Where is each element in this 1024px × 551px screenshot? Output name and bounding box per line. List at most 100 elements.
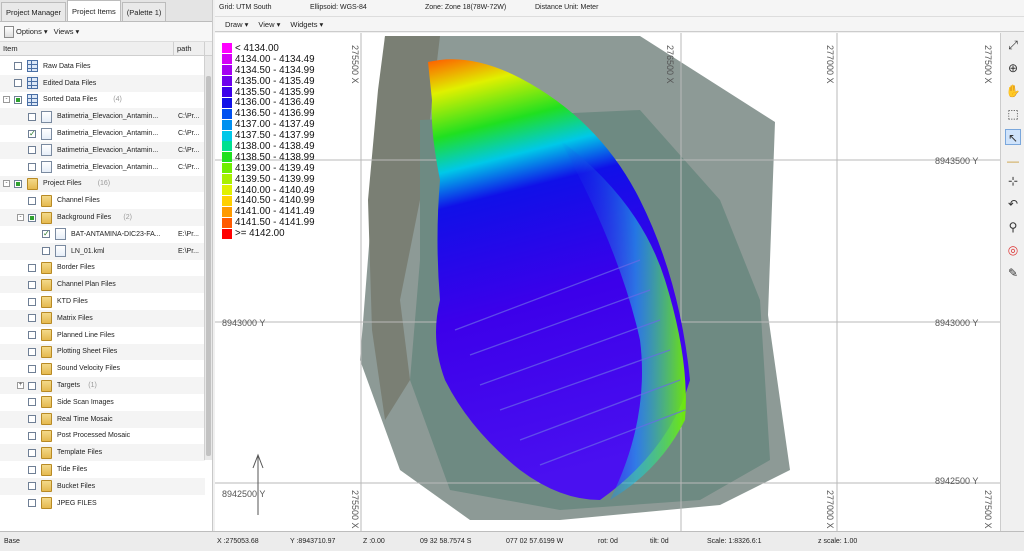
tree-item[interactable]: JPEG FILES xyxy=(0,495,205,512)
tree-item[interactable]: Post Processed Mosaic xyxy=(0,428,205,445)
zoom-window-icon[interactable]: ⊕ xyxy=(1005,60,1021,76)
visibility-checkbox[interactable] xyxy=(28,146,36,155)
undo-icon[interactable]: ↶ xyxy=(1005,196,1021,212)
draw-menu[interactable]: Draw ▾ xyxy=(225,20,248,29)
tab-palette[interactable]: (Palette 1) xyxy=(121,2,167,21)
scale: Scale: 1:8326.6:1 xyxy=(707,538,762,545)
visibility-checkbox[interactable] xyxy=(28,331,36,340)
legend-entry: 4134.00 - 4134.49 xyxy=(222,54,362,65)
grid-info: Grid: UTM South xyxy=(219,4,272,11)
visibility-checkbox[interactable] xyxy=(28,263,36,272)
visibility-checkbox[interactable] xyxy=(28,415,36,424)
widgets-menu[interactable]: Widgets ▾ xyxy=(290,20,323,29)
visibility-checkbox[interactable] xyxy=(28,196,36,205)
tree-item-path: C:\Pr... xyxy=(178,146,200,154)
tree-item[interactable]: Sound Velocity Files xyxy=(0,360,205,377)
folder-icon xyxy=(41,312,52,325)
grid-label-y-8942500-right: 8942500 Y xyxy=(935,476,978,486)
collapse-icon[interactable]: - xyxy=(3,180,10,188)
legend-swatch xyxy=(222,119,232,130)
visibility-checkbox[interactable] xyxy=(28,381,36,390)
target-icon[interactable]: ◎ xyxy=(1005,242,1021,258)
collapse-icon[interactable]: - xyxy=(3,96,10,104)
measure-icon[interactable]: ⊹ xyxy=(1005,173,1021,189)
tree-item[interactable]: KTD Files xyxy=(0,293,205,310)
tree-item[interactable]: Plotting Sheet Files xyxy=(0,343,205,361)
chevron-down-icon: ▾ xyxy=(43,27,48,36)
visibility-checkbox[interactable] xyxy=(28,448,36,457)
tree-item[interactable]: Edited Data Files xyxy=(0,74,205,92)
visibility-checkbox[interactable] xyxy=(28,213,36,222)
tree-item-path: C:\Pr... xyxy=(178,113,200,121)
tree-item-label: Plotting Sheet Files xyxy=(57,348,118,356)
visibility-checkbox[interactable] xyxy=(28,465,36,474)
visibility-checkbox[interactable] xyxy=(14,79,22,88)
tree-item[interactable]: Channel Plan Files xyxy=(0,276,205,294)
visibility-checkbox[interactable] xyxy=(14,62,22,71)
expand-icon[interactable]: + xyxy=(17,382,24,390)
tree-item[interactable]: - Project Files (16) xyxy=(0,175,205,193)
tree-item[interactable]: - Sorted Data Files (4) xyxy=(0,92,205,109)
visibility-checkbox[interactable] xyxy=(28,163,36,172)
visibility-checkbox[interactable]: ✓ xyxy=(42,230,50,239)
visibility-checkbox[interactable] xyxy=(28,280,36,289)
views-menu-button[interactable]: Views ▾ xyxy=(54,27,80,36)
view-menu[interactable]: View ▾ xyxy=(258,20,280,29)
tree-scrollbar[interactable] xyxy=(204,56,212,460)
tree-item[interactable]: ✓ BAT-ANTAMINA-DIC23-FA... E:\Pr... xyxy=(0,226,205,243)
tree-item[interactable]: Side Scan Images xyxy=(0,394,205,411)
tab-project-manager[interactable]: Project Manager xyxy=(1,2,67,21)
pan-hand-icon[interactable]: ✋ xyxy=(1005,83,1021,99)
tree-item[interactable]: Raw Data Files xyxy=(0,58,205,75)
options-icon xyxy=(4,25,14,38)
visibility-checkbox[interactable] xyxy=(28,499,36,508)
visibility-checkbox[interactable] xyxy=(42,247,50,256)
tree-item[interactable]: Batimetria_Elevacion_Antamin... C:\Pr... xyxy=(0,108,205,126)
tree-item[interactable]: ✓ Batimetria_Elevacion_Antamin... C:\Pr... xyxy=(0,125,205,142)
grid-label-x-277000: 277000 X xyxy=(825,45,835,84)
legend-label: 4141.50 - 4141.99 xyxy=(235,217,315,229)
visibility-checkbox[interactable] xyxy=(28,431,36,440)
tree-item[interactable]: Template Files xyxy=(0,444,205,462)
tree-item-path: C:\Pr... xyxy=(178,130,200,138)
select-region-icon[interactable]: ⬚ xyxy=(1005,106,1021,122)
zoom-extents-icon[interactable]: ⤢ xyxy=(1005,37,1021,53)
visibility-checkbox[interactable] xyxy=(28,482,36,491)
tool-search-icon[interactable]: ⚲ xyxy=(1005,219,1021,235)
visibility-checkbox[interactable] xyxy=(28,364,36,373)
tree-item[interactable]: Batimetria_Elevacion_Antamin... C:\Pr... xyxy=(0,159,205,176)
tree-item[interactable]: Planned Line Files xyxy=(0,327,205,344)
scrollbar-thumb[interactable] xyxy=(206,76,211,456)
tree-item[interactable]: LN_01.kml E:\Pr... xyxy=(0,242,205,260)
visibility-checkbox[interactable] xyxy=(28,398,36,407)
tree-item[interactable]: Matrix Files xyxy=(0,310,205,327)
pointer-icon[interactable]: ↖ xyxy=(1005,129,1021,145)
tree-item[interactable]: Real Time Mosaic xyxy=(0,410,205,428)
tree-item-label: Real Time Mosaic xyxy=(57,415,113,423)
tree-item[interactable]: Channel Files xyxy=(0,192,205,209)
tree-item[interactable]: Batimetria_Elevacion_Antamin... C:\Pr... xyxy=(0,142,205,159)
visibility-checkbox[interactable] xyxy=(14,95,22,104)
tree-item[interactable]: - Background Files (2) xyxy=(0,209,205,226)
legend-label: 4139.00 - 4139.49 xyxy=(235,162,315,174)
visibility-checkbox[interactable] xyxy=(14,179,22,188)
visibility-checkbox[interactable] xyxy=(28,297,36,306)
visibility-checkbox[interactable] xyxy=(28,112,36,121)
legend-swatch xyxy=(222,141,232,152)
edit-icon[interactable]: ✎ xyxy=(1005,265,1021,281)
tree-item-label: Bucket Files xyxy=(57,482,96,490)
visibility-checkbox[interactable] xyxy=(28,314,36,323)
project-tree: Raw Data Files Edited Data Files - Sorted D… xyxy=(0,56,212,526)
tab-project-items[interactable]: Project Items xyxy=(67,0,121,21)
collapse-icon[interactable]: - xyxy=(17,214,24,222)
legend-swatch xyxy=(222,217,232,228)
column-header-item[interactable]: Item xyxy=(0,42,174,55)
visibility-checkbox[interactable] xyxy=(28,347,36,356)
visibility-checkbox[interactable]: ✓ xyxy=(28,129,36,138)
options-menu-button[interactable]: Options ▾ xyxy=(4,25,48,38)
tree-item[interactable]: Tide Files xyxy=(0,461,205,478)
column-header-path[interactable]: path xyxy=(174,42,205,55)
tree-item[interactable]: Border Files xyxy=(0,260,205,277)
tree-item[interactable]: Bucket Files xyxy=(0,478,205,495)
tree-item[interactable]: + Targets (1) xyxy=(0,377,205,394)
